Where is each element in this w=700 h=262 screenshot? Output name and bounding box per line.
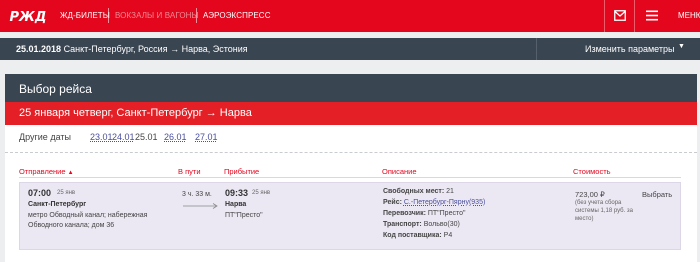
search-summary-bar: 25.01.2018 Санкт-Петербург, Россия → Нар…: [0, 38, 700, 60]
departure-date: 25 янв: [57, 190, 76, 196]
hamburger-icon: [646, 10, 658, 21]
chevron-down-icon: ▼: [678, 43, 685, 50]
change-params-label[interactable]: Изменить параметры: [585, 44, 674, 54]
trip-row[interactable]: 07:00 25 янв Санкт-Петербург метро Обвод…: [19, 182, 681, 250]
date-link-24-01[interactable]: 24.01: [112, 132, 135, 142]
trip-selection-card: Выбор рейса 25 января четверг, Санкт-Пет…: [5, 74, 697, 262]
departure-time: 07:00: [28, 188, 52, 198]
column-header-arrival[interactable]: Прибытие: [224, 167, 259, 176]
free-seats: Свободных мест: 21: [383, 188, 454, 195]
trip-route-link[interactable]: С.-Петербург-Пярну(935): [404, 199, 485, 206]
search-summary: 25.01.2018 Санкт-Петербург, Россия → Нар…: [16, 44, 248, 54]
search-date: 25.01.2018: [16, 44, 62, 54]
date-banner-text: 25 января четверг, Санкт-Петербург → Нар…: [19, 107, 252, 119]
transport: Транспорт: Вольво(30): [383, 221, 460, 228]
departure-city: Санкт-Петербург: [28, 201, 87, 208]
nav-item-rail-tickets[interactable]: ЖД-БИЛЕТЫ: [60, 11, 110, 20]
date-current: 25.01: [135, 132, 158, 142]
arrival-station: ПТ"Престо": [225, 212, 263, 219]
change-params-button[interactable]: Изменить параметры ▼: [536, 38, 700, 60]
arrival-city: Нарва: [225, 201, 247, 208]
nav-item-aeroexpress[interactable]: АЭРОЭКСПРЕСС: [203, 11, 271, 20]
mail-icon: [614, 10, 626, 21]
sort-asc-icon: ▲: [67, 170, 74, 176]
arrival-date: 25 янв: [252, 190, 271, 196]
departure-station-line2: Обводного канала; дом 36: [28, 222, 115, 229]
date-link-27-01[interactable]: 27.01: [195, 132, 218, 142]
departure-station-line1: метро Обводный канал; набережная: [28, 212, 148, 219]
price-note-line2: системы 1,18 руб. за: [575, 208, 634, 214]
price: 723,00 ₽: [575, 190, 605, 199]
rzd-logo[interactable]: РЖД: [8, 4, 48, 28]
arrival-time: 09:33: [225, 188, 249, 198]
page-title: Выбор рейса: [19, 82, 92, 96]
menu-label[interactable]: МЕНЮ: [678, 11, 700, 20]
nav-item-stations[interactable]: ВОКЗАЛЫ И ВАГОНЫ: [115, 11, 199, 20]
column-header-duration[interactable]: В пути: [178, 167, 201, 176]
trip-number: Рейс: С.-Петербург-Пярну(935): [383, 199, 486, 206]
arrow-right-icon: [183, 203, 218, 209]
price-note-line1: (без учета сбора: [575, 200, 622, 206]
header-divider: [19, 177, 681, 178]
select-trip-button[interactable]: Выбрать: [642, 190, 672, 199]
column-header-departure[interactable]: Отправление ▲: [19, 167, 74, 176]
divider: [5, 152, 697, 153]
search-route: Санкт-Петербург, Россия → Нарва, Эстония: [63, 44, 248, 54]
mail-button[interactable]: [604, 0, 634, 32]
nav-divider: [108, 8, 109, 23]
card-header: Выбор рейса: [5, 74, 697, 102]
column-header-price[interactable]: Стоимость: [573, 167, 611, 176]
svg-text:РЖД: РЖД: [9, 10, 46, 25]
trip-duration: 3 ч. 33 м.: [182, 191, 212, 198]
top-nav-bar: РЖД ЖД-БИЛЕТЫ ВОКЗАЛЫ И ВАГОНЫ АЭРОЭКСПР…: [0, 0, 700, 32]
carrier: Перевозчик: ПТ"Престо": [383, 210, 466, 217]
date-link-23-01[interactable]: 23.01: [90, 132, 113, 142]
price-note-line3: место): [575, 216, 594, 222]
date-link-26-01[interactable]: 26.01: [164, 132, 187, 142]
other-dates-label: Другие даты: [19, 132, 71, 142]
date-banner: 25 января четверг, Санкт-Петербург → Нар…: [5, 102, 697, 125]
supplier-code: Код поставщика: P4: [383, 232, 453, 239]
column-header-description: Описание: [382, 167, 417, 176]
nav-divider: [196, 8, 197, 23]
